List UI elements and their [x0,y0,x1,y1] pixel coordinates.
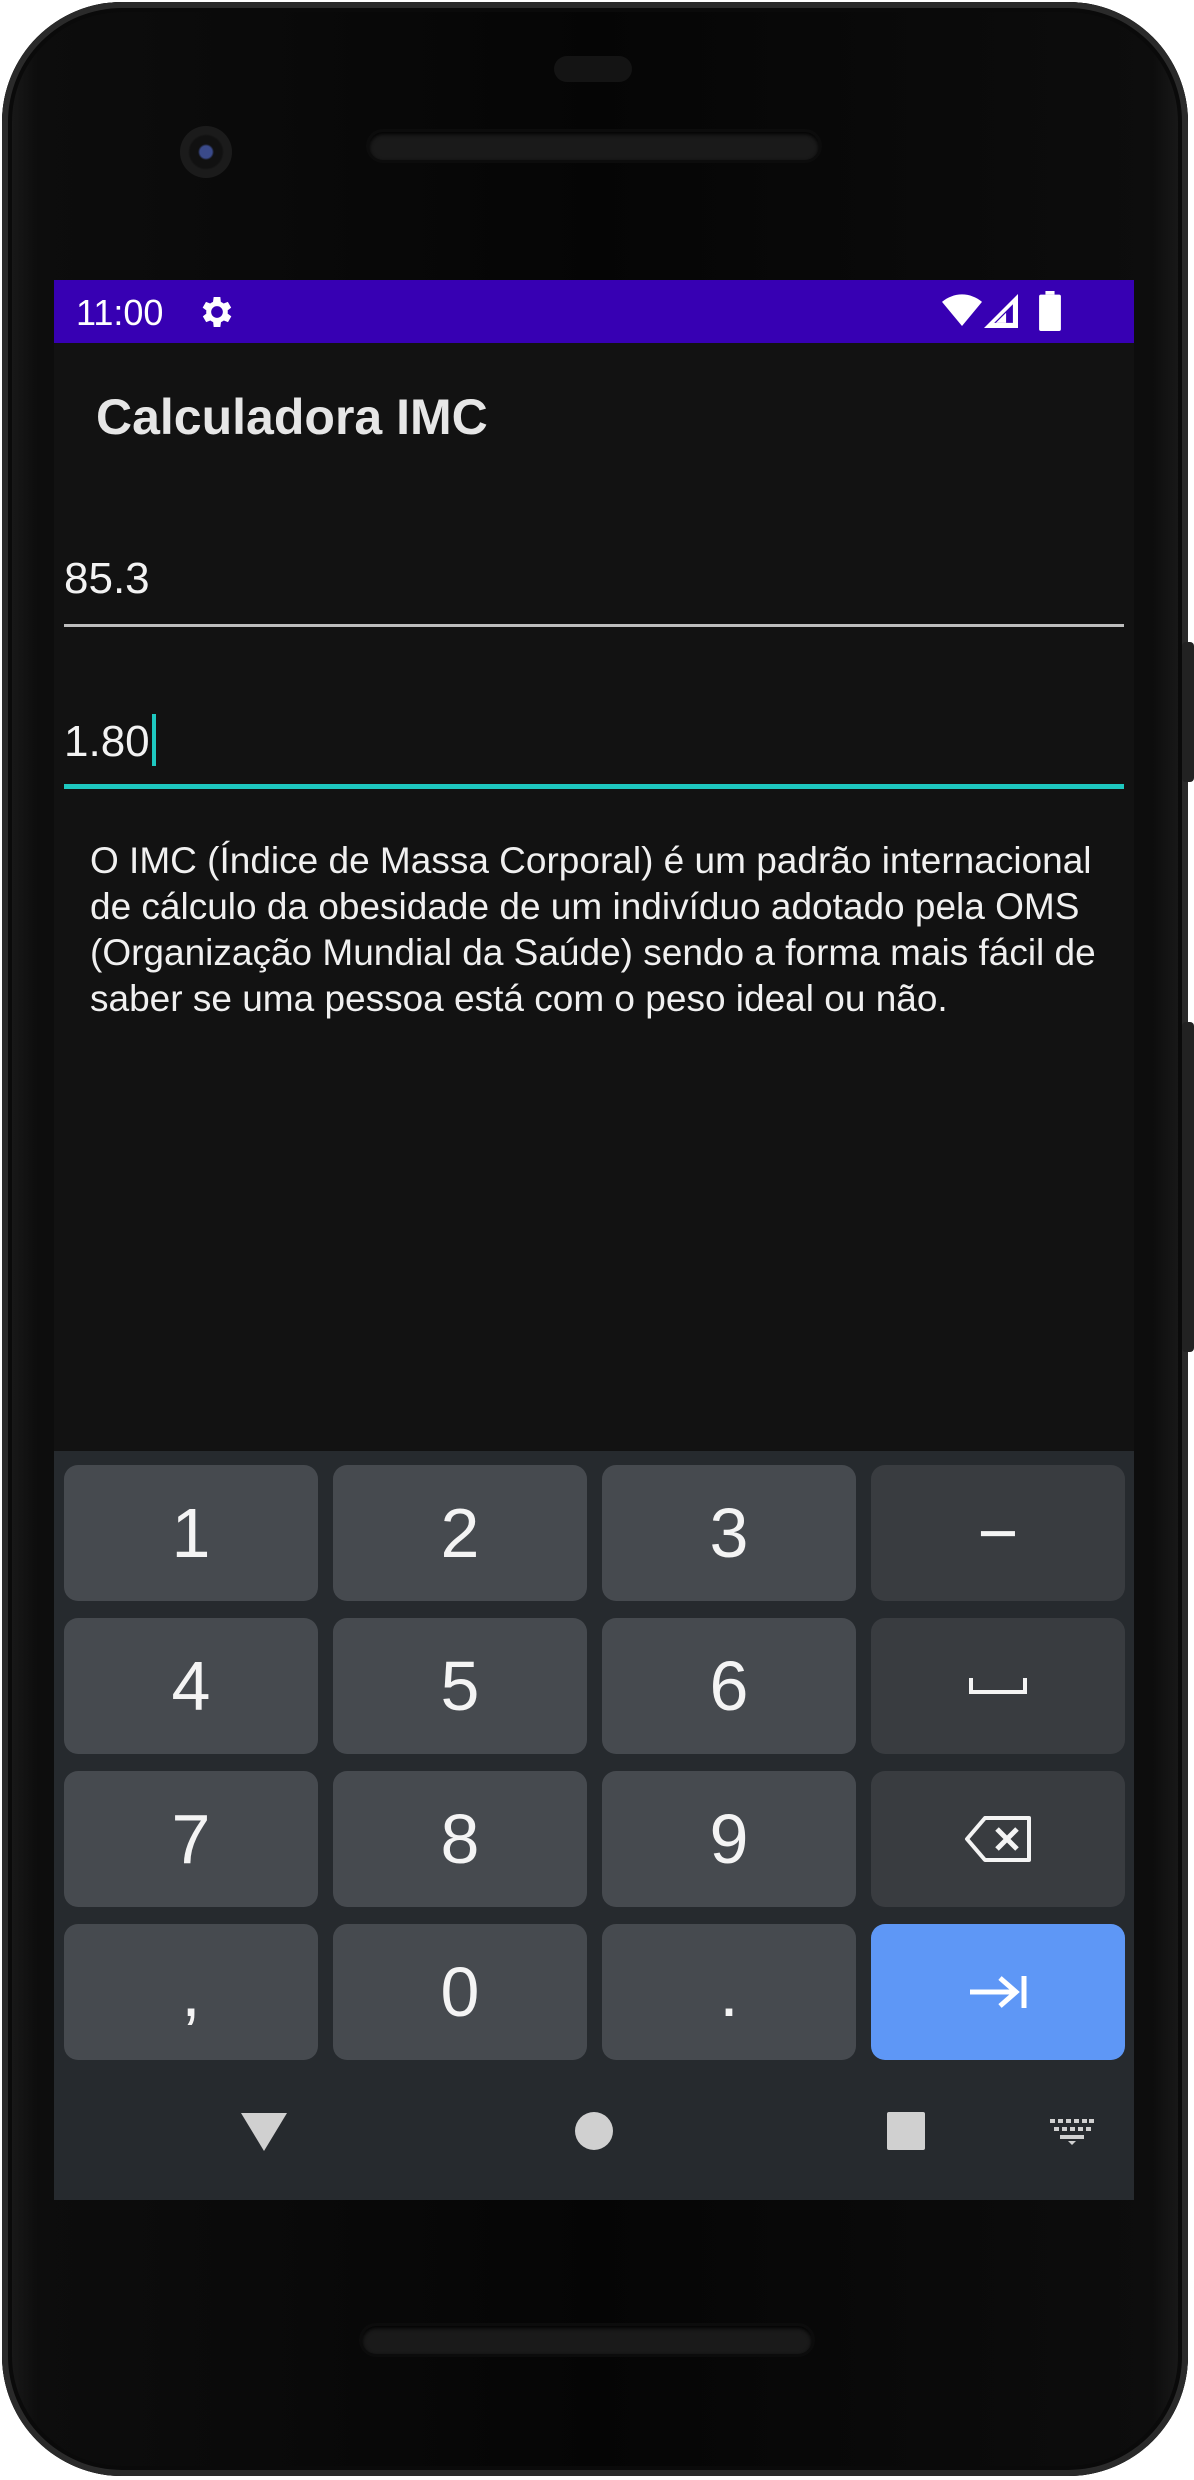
sensor [554,56,632,82]
wifi-icon [942,294,982,326]
weight-underline [64,624,1124,627]
battery-icon [1039,291,1061,331]
key-space[interactable] [871,1618,1125,1754]
height-value: 1.80 [64,717,150,766]
space-icon [969,1678,1027,1694]
phone-frame: 11:00 Calculadora IMC 85.3 1.80 O IMC (Í… [2,2,1194,2476]
numeric-keyboard: 1 2 3 − 4 5 6 7 8 9 , 0 . [54,1451,1134,2200]
height-underline [64,784,1124,789]
gear-icon [202,297,232,327]
status-bar: 11:00 [54,280,1134,343]
key-1[interactable]: 1 [64,1465,318,1601]
app-title: Calculadora IMC [96,389,488,445]
power-button [1182,642,1194,782]
key-period[interactable]: . [602,1924,856,2060]
signal-icon [984,294,1018,328]
earpiece-speaker [369,132,819,160]
home-circle-icon [575,2112,613,2150]
key-3[interactable]: 3 [602,1465,856,1601]
weight-input[interactable]: 85.3 [64,520,1124,630]
description-text: O IMC (Índice de Massa Corporal) é um pa… [90,840,1096,1019]
key-next[interactable] [871,1924,1125,2060]
front-camera [180,126,232,178]
nav-keyboard-switch-button[interactable] [1032,2091,1112,2171]
nav-home-button[interactable] [554,2091,634,2171]
next-tab-icon [970,1976,1027,2008]
key-minus[interactable]: − [871,1465,1125,1601]
key-7[interactable]: 7 [64,1771,318,1907]
key-2[interactable]: 2 [333,1465,587,1601]
key-6[interactable]: 6 [602,1618,856,1754]
bottom-speaker [362,2326,812,2354]
nav-back-button[interactable] [224,2091,304,2171]
screen: 11:00 Calculadora IMC 85.3 1.80 O IMC (Í… [54,280,1134,2200]
keyboard-switch-icon [1050,2119,1094,2145]
back-triangle-icon [241,2113,287,2151]
status-time: 11:00 [76,292,164,333]
height-value-wrapper: 1.80 [64,714,156,767]
key-9[interactable]: 9 [602,1771,856,1907]
key-comma[interactable]: , [64,1924,318,2060]
height-input[interactable]: 1.80 [64,680,1124,790]
key-4[interactable]: 4 [64,1618,318,1754]
key-backspace[interactable] [871,1771,1125,1907]
key-0[interactable]: 0 [333,1924,587,2060]
nav-recents-button[interactable] [866,2091,946,2171]
text-cursor [151,714,156,766]
key-8[interactable]: 8 [333,1771,587,1907]
backspace-icon [965,1816,1031,1862]
weight-value: 85.3 [64,554,150,603]
volume-button [1182,1022,1194,1352]
recents-square-icon [887,2112,925,2150]
key-5[interactable]: 5 [333,1618,587,1754]
